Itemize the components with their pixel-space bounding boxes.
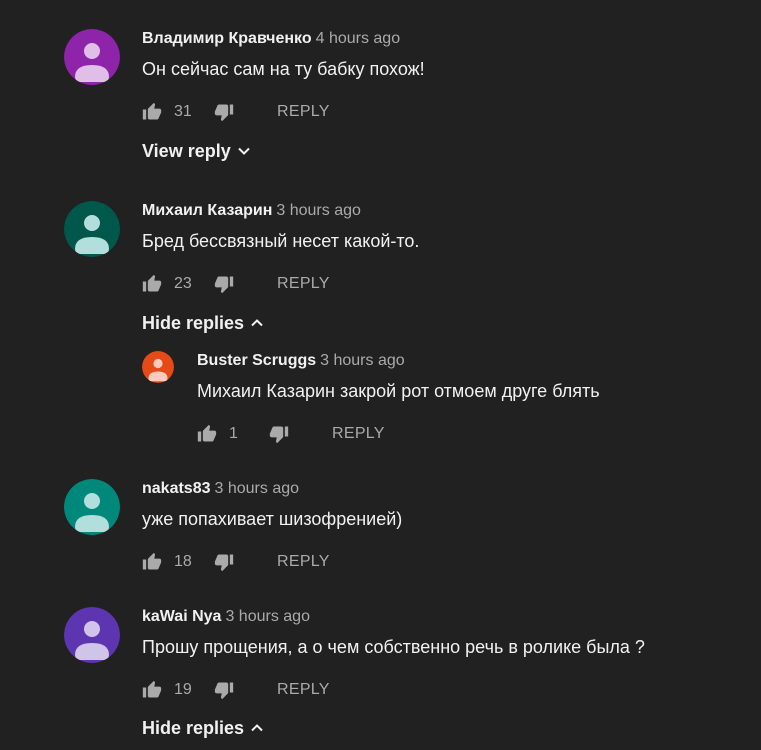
thumb-down-icon [214, 104, 234, 122]
comment-author[interactable]: Buster Scruggs [197, 352, 316, 369]
reply-button[interactable]: REPLY [277, 553, 330, 571]
comment-time[interactable]: 4 hours ago [316, 30, 401, 47]
like-count: 19 [174, 681, 192, 698]
like-count: 23 [174, 275, 192, 292]
comment: Владимир Кравченко 4 hours ago Он сейчас … [64, 29, 744, 85]
default-avatar-icon [142, 351, 174, 383]
dislike-button[interactable] [269, 424, 289, 444]
default-avatar-icon [64, 607, 120, 663]
comment-time[interactable]: 3 hours ago [320, 352, 405, 369]
like-count: 1 [229, 425, 238, 442]
default-avatar-icon [64, 29, 120, 85]
comment-header: Buster Scruggs 3 hours ago [197, 351, 742, 371]
chevron-down-icon [238, 147, 250, 155]
view-replies-button[interactable]: View reply [142, 139, 251, 163]
comment: nakats83 3 hours ago уже попахивает шизоф… [64, 479, 744, 535]
like-button[interactable] [142, 102, 162, 122]
avatar[interactable] [64, 29, 120, 85]
comment-text: Прошу прощения, а о чем собственно речь … [142, 637, 645, 657]
avatar[interactable] [64, 479, 120, 535]
default-avatar-icon [64, 479, 120, 535]
reply-button[interactable]: REPLY [277, 103, 330, 121]
comment-body: Михаил Казарин 3 hours ago Бред бессвязны… [142, 201, 744, 253]
thumb-up-icon [142, 680, 162, 698]
view-replies-label: View reply [142, 141, 231, 161]
comment-actions: 31 REPLY [142, 100, 330, 124]
dislike-button[interactable] [214, 680, 234, 700]
thumb-down-icon [214, 276, 234, 294]
comment-header: Владимир Кравченко 4 hours ago [142, 29, 744, 49]
default-avatar-icon [64, 201, 120, 257]
reply-button[interactable]: REPLY [277, 275, 330, 293]
comment-actions: 1 REPLY [197, 422, 385, 446]
comment-thread: Владимир Кравченко 4 hours ago Он сейчас … [64, 29, 744, 85]
comment-text: уже попахивает шизофренией) [142, 509, 403, 529]
comment: kaWai Nya 3 hours ago Прошу прощения, а о… [64, 607, 744, 663]
like-button[interactable] [142, 274, 162, 294]
like-button[interactable] [142, 552, 162, 572]
comment-author[interactable]: Владимир Кравченко [142, 30, 312, 47]
comment-text: Бред бессвязный несет какой-то. [142, 231, 420, 251]
chevron-up-icon [251, 319, 263, 327]
comment-text: Михаил Казарин закрой рот отмоем друге б… [197, 381, 600, 401]
comment-thread: kaWai Nya 3 hours ago Прошу прощения, а о… [64, 607, 744, 663]
comment-author[interactable]: Михаил Казарин [142, 202, 272, 219]
hide-replies-label: Hide replies [142, 718, 245, 738]
comment-header: kaWai Nya 3 hours ago [142, 607, 744, 627]
comment-body: nakats83 3 hours ago уже попахивает шизоф… [142, 479, 744, 531]
thumb-down-icon [269, 426, 289, 444]
comment-actions: 23 REPLY [142, 272, 330, 296]
avatar[interactable] [64, 201, 120, 257]
comment-author[interactable]: kaWai Nya [142, 608, 221, 625]
reply-thread: Buster Scruggs 3 hours ago Михаил Казарин… [142, 351, 742, 401]
chevron-up-icon [251, 724, 263, 732]
like-count: 18 [174, 553, 192, 570]
hide-replies-label: Hide replies [142, 313, 245, 333]
reply-button[interactable]: REPLY [332, 425, 385, 443]
reply-button[interactable]: REPLY [277, 681, 330, 699]
like-button[interactable] [197, 424, 217, 444]
hide-replies-button[interactable]: Hide replies [142, 716, 264, 740]
comment-thread: Михаил Казарин 3 hours ago Бред бессвязны… [64, 201, 744, 257]
comment-time[interactable]: 3 hours ago [276, 202, 361, 219]
dislike-button[interactable] [214, 274, 234, 294]
comment-actions: 18 REPLY [142, 550, 330, 574]
comment: Михаил Казарин 3 hours ago Бред бессвязны… [64, 201, 744, 257]
comment-header: nakats83 3 hours ago [142, 479, 744, 499]
comment-text: Он сейчас сам на ту бабку похож! [142, 59, 425, 79]
comment-time[interactable]: 3 hours ago [225, 608, 310, 625]
reply-comment: Buster Scruggs 3 hours ago Михаил Казарин… [142, 351, 742, 401]
comment-thread: nakats83 3 hours ago уже попахивает шизоф… [64, 479, 744, 535]
comment-body: kaWai Nya 3 hours ago Прошу прощения, а о… [142, 607, 744, 659]
comment-body: Владимир Кравченко 4 hours ago Он сейчас … [142, 29, 744, 81]
avatar[interactable] [64, 607, 120, 663]
like-count: 31 [174, 103, 192, 120]
thumb-down-icon [214, 682, 234, 700]
thumb-up-icon [142, 274, 162, 292]
comment-actions: 19 REPLY [142, 678, 330, 702]
dislike-button[interactable] [214, 552, 234, 572]
like-button[interactable] [142, 680, 162, 700]
avatar[interactable] [142, 351, 174, 383]
dislike-button[interactable] [214, 102, 234, 122]
hide-replies-button[interactable]: Hide replies [142, 311, 264, 335]
thumb-up-icon [142, 552, 162, 570]
comment-time[interactable]: 3 hours ago [215, 480, 300, 497]
thumb-up-icon [197, 424, 217, 442]
thumb-up-icon [142, 102, 162, 120]
comment-author[interactable]: nakats83 [142, 480, 211, 497]
comment-body: Buster Scruggs 3 hours ago Михаил Казарин… [197, 351, 742, 403]
comment-header: Михаил Казарин 3 hours ago [142, 201, 744, 221]
thumb-down-icon [214, 554, 234, 572]
